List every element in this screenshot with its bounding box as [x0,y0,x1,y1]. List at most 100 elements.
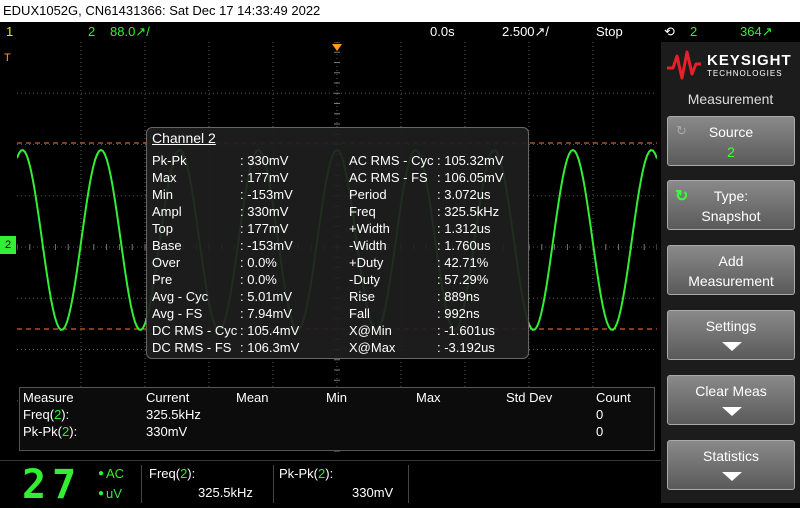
meas-row-current: 325.5kHz [146,407,201,422]
meas-header: Measure [23,390,74,405]
meas-row-current: 330mV [146,424,188,439]
snapshot-key: Fall [349,306,370,321]
snapshot-value: : 105.4mV [240,323,300,338]
units-indicator-icon: ● [98,488,105,499]
statistics-button[interactable]: Statistics [667,440,795,490]
snapshot-key: Avg - Cyc [152,289,209,304]
title-bar: EDUX1052G, CN61431366: Sat Dec 17 14:33:… [0,0,800,22]
meas-header: Mean [236,390,269,405]
snapshot-value: : -153mV [240,238,293,253]
snapshot-key: -Duty [349,272,381,287]
type-button-value: Snapshot [701,208,761,224]
snapshot-value: : 106.3mV [240,340,300,355]
add-measurement-label2: Measurement [688,273,774,289]
meas-header: Std Dev [506,390,553,405]
logo-subword: TECHNOLOGIES [707,69,783,78]
logo-word: KEYSIGHT [707,52,792,69]
coupling-indicator-icon: ● [98,468,105,479]
source-button[interactable]: ↻ Source 2 [667,116,795,166]
divider [273,465,274,503]
snapshot-value: : 1.312us [437,221,491,236]
divider [408,465,409,503]
bottom-meas2-value: 330mV [352,485,394,500]
add-measurement-label: Add [718,253,744,269]
snapshot-key: AC RMS - FS [349,170,428,185]
source-button-label: Source [708,124,754,140]
top-status-bar: 1 2 88.0↗/ 0.0s 2.500↗/ Stop ⟲ 2 364↗ [0,22,800,42]
snapshot-key: X@Max [349,340,396,355]
bottom-meas1-value: 325.5kHz [198,485,253,500]
bottom-meas1-label: Freq(2): [149,466,196,481]
snapshot-key: -Width [349,238,387,253]
snapshot-value: : 106.05mV [437,170,504,185]
divider [141,465,142,503]
ch1-indicator[interactable]: 1 [6,24,13,39]
settings-label: Settings [705,318,757,334]
snapshot-key: Pre [152,272,173,287]
snapshot-value: : 0.0% [240,272,277,287]
meas-row-name: Freq(2): [23,407,70,422]
meas-row-count: 0 [596,407,604,422]
ch2-ground-marker[interactable]: 2 [0,236,16,254]
snapshot-key: +Duty [349,255,384,270]
snapshot-key: AC RMS - Cyc [349,153,434,168]
snapshot-value: : 42.71% [437,255,489,270]
panel-title: Measurement [687,91,774,107]
softkey-panel: KEYSIGHT TECHNOLOGIES Measurement ↻ Sour… [661,42,800,503]
add-measurement-button[interactable]: Add Measurement [667,245,795,295]
snapshot-value: : -1.601us [437,323,495,338]
snapshot-key: Min [152,187,173,202]
source-button-value: 2 [727,144,735,160]
submenu-arrow-icon [722,407,742,416]
snapshot-value: : 7.94mV [240,306,293,321]
type-button[interactable]: ↻ Type: Snapshot [667,180,795,230]
snapshot-value: : 330mV [240,204,289,219]
snapshot-value: : 105.32mV [437,153,504,168]
title-text: EDUX1052G, CN61431366: Sat Dec 17 14:33:… [3,3,321,18]
type-button-label: Type: [713,188,749,204]
timebase-scale: 2.500↗/ [502,24,550,39]
snapshot-value: : 0.0% [240,255,277,270]
trigger-position-marker [332,44,342,51]
bottom-meas2-label: Pk-Pk(2): [279,466,334,481]
snapshot-value: : 889ns [437,289,480,304]
snapshot-key: Top [152,221,173,236]
bottom-bar: 27 ● AC ● uV Freq(2): 325.5kHz Pk-Pk(2):… [0,460,661,508]
snapshot-key: Period [349,187,387,202]
snapshot-value: : 177mV [240,170,289,185]
settings-button[interactable]: Settings [667,310,795,360]
horizontal-delay: 0.0s [430,24,455,39]
keysight-wave-icon [667,50,701,80]
trigger-time-marker: T [4,52,11,64]
snapshot-value: : -153mV [240,187,293,202]
ch2-scale: 88.0↗/ [110,24,150,39]
trigger-source: 2 [690,24,698,39]
meas-row-count: 0 [596,424,604,439]
submenu-arrow-icon [722,472,742,481]
coupling-label: AC [106,466,125,481]
meas-header: Current [146,390,190,405]
snapshot-value: : 1.760us [437,238,491,253]
snapshot-key: Pk-Pk [152,153,187,168]
units-label: uV [106,486,122,501]
ch2-indicator[interactable]: 2 [88,24,95,39]
snapshot-channel: Channel 2 [152,130,216,146]
snapshot-value: : 992ns [437,306,480,321]
snapshot-value: : 57.29% [437,272,489,287]
snapshot-key: Base [152,238,182,253]
trigger-edge-icon: ⟲ [664,24,675,39]
keysight-logo: KEYSIGHT TECHNOLOGIES [665,48,795,82]
snapshot-value: : 3.072us [437,187,491,202]
statistics-label: Statistics [702,448,759,464]
run-state: Stop [596,24,623,39]
submenu-arrow-icon [722,342,742,351]
meas-header: Max [416,390,441,405]
snapshot-value: : 5.01mV [240,289,293,304]
snapshot-key: Avg - FS [152,306,203,321]
snapshot-value: : 325.5kHz [437,204,500,219]
clear-meas-button[interactable]: Clear Meas [667,375,795,425]
trigger-level: 364↗ [740,24,773,39]
snapshot-key: DC RMS - Cyc [152,323,238,338]
snapshot-key: Freq [349,204,376,219]
snapshot-value: : -3.192us [437,340,495,355]
